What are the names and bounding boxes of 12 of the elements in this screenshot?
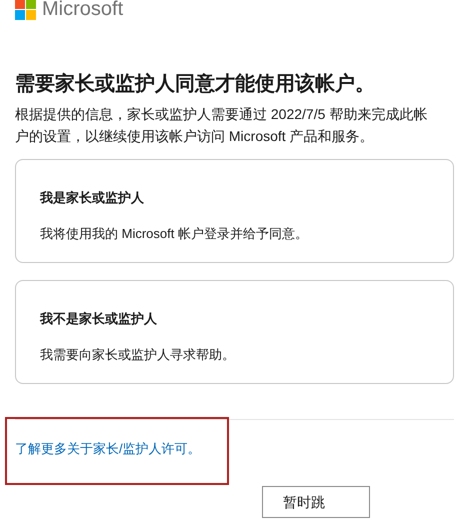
option-text: 我将使用我的 Microsoft 帐户登录并给予同意。 (40, 224, 309, 242)
brand-name: Microsoft (42, 0, 124, 19)
permission-link[interactable]: 了解更多关于家长/监护人许可。 (15, 439, 201, 458)
page-title: 需要家长或监护人同意才能使用该帐户。 (15, 72, 376, 97)
option-card[interactable]: 我是家长或监护人 我将使用我的 Microsoft 帐户登录并给予同意。 (15, 159, 454, 263)
description-text: 根据提供的信息，家长或监护人需要通过 2022/7/5 帮助来完成此帐户的设置，以继续使用该帐户访问 Microsoft 产品和服务。 (15, 105, 428, 146)
logo-icon (15, 0, 36, 20)
option-text: 我需要向家长或监护人寻求帮助。 (40, 346, 236, 364)
option-title: 我不是家长或监护人 (40, 310, 158, 328)
skip-button[interactable]: 暂时跳 (262, 486, 370, 518)
option-title: 我是家长或监护人 (40, 189, 145, 207)
option-card[interactable]: 我不是家长或监护人 我需要向家长或监护人寻求帮助。 (15, 280, 454, 384)
